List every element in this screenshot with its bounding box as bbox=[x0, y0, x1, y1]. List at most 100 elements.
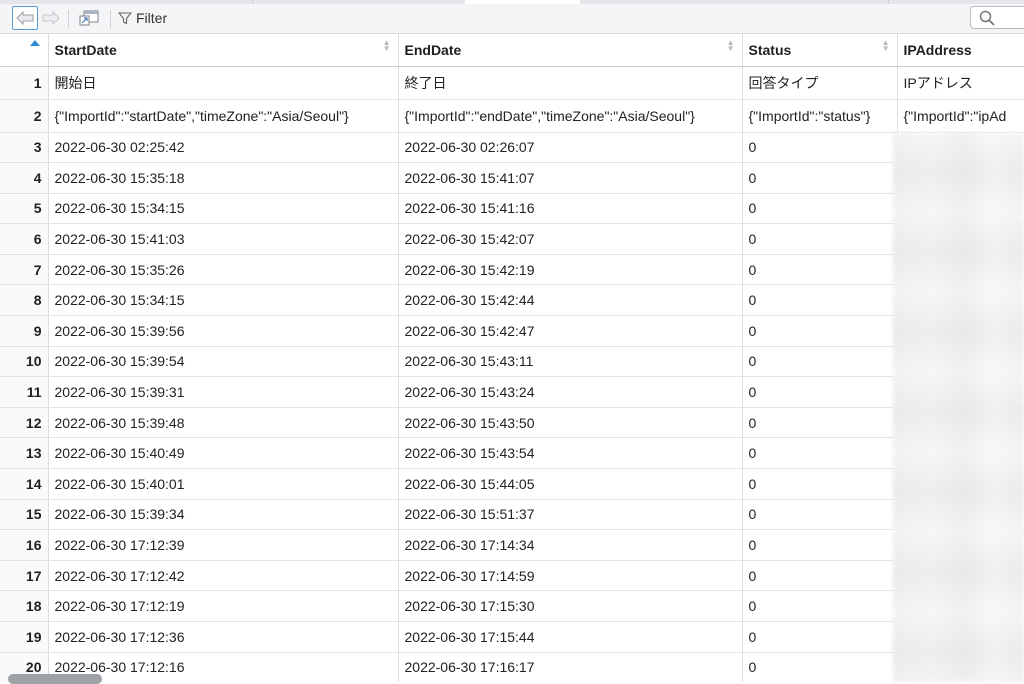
cell-status[interactable]: 0 bbox=[742, 284, 898, 317]
cell-enddate[interactable]: 2022-06-30 15:51:37 bbox=[398, 499, 743, 531]
cell-enddate[interactable]: 2022-06-30 15:43:11 bbox=[398, 346, 743, 378]
popout-button[interactable] bbox=[76, 6, 102, 30]
cell-enddate[interactable]: 終了日 bbox=[398, 66, 743, 100]
data-grid: StartDate ▲ ▼ EndDate ▲ ▼ Status ▲ ▼ IPAddr… bbox=[0, 34, 1024, 682]
cell-status[interactable]: 0 bbox=[742, 223, 898, 255]
cell-status[interactable]: 0 bbox=[742, 193, 898, 225]
back-button[interactable] bbox=[12, 6, 38, 30]
cell-enddate[interactable]: 2022-06-30 17:15:30 bbox=[398, 590, 743, 622]
cell-enddate[interactable]: 2022-06-30 15:41:16 bbox=[398, 193, 743, 225]
filter-button[interactable]: Filter bbox=[118, 6, 188, 30]
cell-startdate[interactable]: 2022-06-30 17:12:42 bbox=[48, 560, 399, 592]
cell-startdate[interactable]: 2022-06-30 17:12:36 bbox=[48, 621, 399, 653]
cell-enddate[interactable]: 2022-06-30 17:15:44 bbox=[398, 621, 743, 653]
cell-enddate[interactable]: 2022-06-30 15:43:24 bbox=[398, 376, 743, 408]
cell-enddate[interactable]: 2022-06-30 02:26:07 bbox=[398, 132, 743, 164]
row-number[interactable]: 6 bbox=[0, 223, 49, 255]
row-number[interactable]: 18 bbox=[0, 590, 49, 622]
row-number[interactable]: 15 bbox=[0, 499, 49, 531]
row-number[interactable]: 1 bbox=[0, 66, 49, 100]
cell-enddate[interactable]: 2022-06-30 17:14:34 bbox=[398, 529, 743, 561]
cell-status[interactable]: 0 bbox=[742, 132, 898, 164]
forward-button[interactable] bbox=[40, 6, 62, 30]
toolbar-separator bbox=[110, 10, 111, 28]
cell-startdate[interactable]: 2022-06-30 15:34:15 bbox=[48, 284, 399, 317]
cell-status[interactable]: 0 bbox=[742, 560, 898, 592]
cell-status[interactable]: 0 bbox=[742, 376, 898, 408]
cell-enddate[interactable]: 2022-06-30 15:42:07 bbox=[398, 223, 743, 255]
row-number[interactable]: 7 bbox=[0, 254, 49, 286]
column-header-enddate[interactable]: EndDate ▲ ▼ bbox=[398, 34, 743, 67]
cell-startdate[interactable]: 2022-06-30 15:39:56 bbox=[48, 315, 399, 347]
cell-status[interactable]: 0 bbox=[742, 468, 898, 500]
cell-enddate[interactable]: 2022-06-30 15:44:05 bbox=[398, 468, 743, 500]
row-number[interactable]: 4 bbox=[0, 162, 49, 194]
cell-status[interactable]: 0 bbox=[742, 437, 898, 470]
cell-enddate[interactable]: 2022-06-30 15:43:54 bbox=[398, 437, 743, 470]
row-number[interactable]: 2 bbox=[0, 99, 49, 133]
table-body: 1 開始日 終了日 回答タイプ IPアドレス 2 {"ImportId":"startDat… bbox=[0, 66, 1024, 682]
cell-startdate[interactable]: 2022-06-30 15:39:54 bbox=[48, 346, 399, 378]
cell-startdate[interactable]: 2022-06-30 15:39:34 bbox=[48, 499, 399, 531]
table-row: 1 開始日 終了日 回答タイプ IPアドレス bbox=[0, 66, 1024, 100]
cell-status[interactable]: 0 bbox=[742, 652, 898, 682]
cell-status[interactable]: 0 bbox=[742, 499, 898, 531]
cell-startdate[interactable]: 2022-06-30 15:35:26 bbox=[48, 254, 399, 286]
cell-startdate[interactable]: 開始日 bbox=[48, 66, 399, 100]
sort-icon[interactable]: ▲ ▼ bbox=[727, 39, 735, 53]
cell-status[interactable]: 0 bbox=[742, 315, 898, 347]
column-header-status[interactable]: Status ▲ ▼ bbox=[742, 34, 898, 67]
row-number[interactable]: 16 bbox=[0, 529, 49, 561]
cell-startdate[interactable]: 2022-06-30 15:34:15 bbox=[48, 193, 399, 225]
cell-startdate[interactable]: {"ImportId":"startDate","timeZone":"Asia… bbox=[48, 99, 399, 133]
cell-status[interactable]: 0 bbox=[742, 590, 898, 622]
cell-ipaddress[interactable]: {"ImportId":"ipAd bbox=[897, 99, 1024, 133]
cell-status[interactable]: 0 bbox=[742, 407, 898, 439]
cell-startdate[interactable]: 2022-06-30 15:39:48 bbox=[48, 407, 399, 439]
cell-startdate[interactable]: 2022-06-30 15:41:03 bbox=[48, 223, 399, 255]
search-input[interactable] bbox=[970, 6, 1024, 29]
cell-startdate[interactable]: 2022-06-30 15:39:31 bbox=[48, 376, 399, 408]
row-number[interactable]: 3 bbox=[0, 132, 49, 164]
row-number[interactable]: 10 bbox=[0, 346, 49, 378]
row-number[interactable]: 19 bbox=[0, 621, 49, 653]
cell-startdate[interactable]: 2022-06-30 17:12:19 bbox=[48, 590, 399, 622]
cell-enddate[interactable]: {"ImportId":"endDate","timeZone":"Asia/S… bbox=[398, 99, 743, 133]
cell-enddate[interactable]: 2022-06-30 15:42:44 bbox=[398, 284, 743, 317]
sort-icon[interactable]: ▲ ▼ bbox=[882, 39, 890, 53]
cell-startdate[interactable]: 2022-06-30 15:35:18 bbox=[48, 162, 399, 194]
horizontal-scrollbar-thumb[interactable] bbox=[8, 674, 102, 684]
cell-status[interactable]: 0 bbox=[742, 162, 898, 194]
cell-enddate[interactable]: 2022-06-30 17:14:59 bbox=[398, 560, 743, 592]
cell-startdate[interactable]: 2022-06-30 02:25:42 bbox=[48, 132, 399, 164]
column-header-startdate[interactable]: StartDate ▲ ▼ bbox=[48, 34, 399, 67]
cell-enddate[interactable]: 2022-06-30 15:42:47 bbox=[398, 315, 743, 347]
table-row: 11 2022-06-30 15:39:31 2022-06-30 15:43:24… bbox=[0, 376, 1024, 408]
cell-startdate[interactable]: 2022-06-30 15:40:49 bbox=[48, 437, 399, 470]
cell-enddate[interactable]: 2022-06-30 15:42:19 bbox=[398, 254, 743, 286]
cell-startdate[interactable]: 2022-06-30 17:12:39 bbox=[48, 529, 399, 561]
cell-status[interactable]: 0 bbox=[742, 254, 898, 286]
row-number[interactable]: 12 bbox=[0, 407, 49, 439]
cell-status[interactable]: 0 bbox=[742, 621, 898, 653]
cell-status[interactable]: 回答タイプ bbox=[742, 66, 898, 100]
cell-status[interactable]: 0 bbox=[742, 529, 898, 561]
cell-ipaddress[interactable]: IPアドレス bbox=[897, 66, 1024, 100]
cell-status[interactable]: {"ImportId":"status"} bbox=[742, 99, 898, 133]
row-index-header[interactable] bbox=[0, 34, 49, 67]
row-number[interactable]: 11 bbox=[0, 376, 49, 408]
cell-status[interactable]: 0 bbox=[742, 346, 898, 378]
row-number[interactable]: 8 bbox=[0, 284, 49, 317]
cell-enddate[interactable]: 2022-06-30 15:41:07 bbox=[398, 162, 743, 194]
sort-icon[interactable]: ▲ ▼ bbox=[383, 39, 391, 53]
column-header-ipaddress[interactable]: IPAddress bbox=[897, 34, 1024, 67]
row-number[interactable]: 14 bbox=[0, 468, 49, 500]
cell-startdate[interactable]: 2022-06-30 15:40:01 bbox=[48, 468, 399, 500]
row-number[interactable]: 17 bbox=[0, 560, 49, 592]
cell-enddate[interactable]: 2022-06-30 15:43:50 bbox=[398, 407, 743, 439]
row-number[interactable]: 5 bbox=[0, 193, 49, 225]
cell-enddate[interactable]: 2022-06-30 17:16:17 bbox=[398, 652, 743, 682]
table-row: 17 2022-06-30 17:12:42 2022-06-30 17:14:59… bbox=[0, 560, 1024, 592]
row-number[interactable]: 9 bbox=[0, 315, 49, 347]
row-number[interactable]: 13 bbox=[0, 437, 49, 470]
